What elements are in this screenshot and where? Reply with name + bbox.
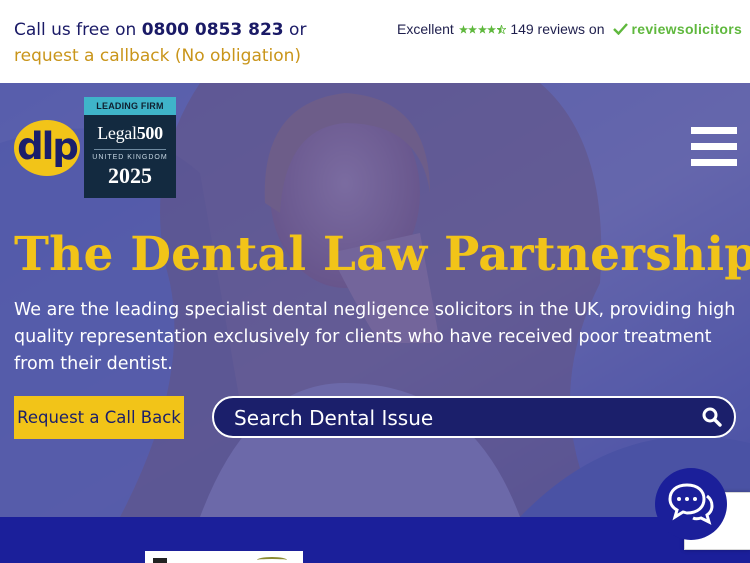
star-icon xyxy=(487,24,497,34)
badge-name-bold: 500 xyxy=(136,123,163,143)
or-text: or xyxy=(289,20,307,40)
request-callback-link[interactable]: request a callback (No obligation) xyxy=(14,46,301,66)
search-bar[interactable] xyxy=(212,396,736,438)
badge-name-regular: Legal xyxy=(97,123,137,143)
star-icon xyxy=(477,24,487,34)
page-title: The Dental Law Partnership xyxy=(14,227,750,282)
dlp-logo-text: dlp xyxy=(17,124,79,168)
half-star-icon xyxy=(496,24,506,34)
rating-stars xyxy=(458,24,507,34)
accreditation-logo-mark xyxy=(153,558,167,563)
rating-text: Excellent xyxy=(397,21,454,37)
reviewsolicitors-brand: reviewsolicitors xyxy=(631,21,743,37)
hero-description: We are the leading specialist dental neg… xyxy=(14,300,736,374)
reviewsolicitors-logo[interactable]: reviewsolicitors xyxy=(613,21,742,37)
menu-icon-bar xyxy=(691,159,737,166)
menu-icon-bar xyxy=(691,143,737,150)
reviews-widget[interactable]: Excellent 149 reviews on reviewsolicitor… xyxy=(397,20,742,38)
badge-ribbon: LEADING FIRM xyxy=(84,97,176,115)
dlp-logo[interactable]: dlp xyxy=(14,120,80,176)
request-call-back-button[interactable]: Request a Call Back xyxy=(14,396,184,439)
badge-name: Legal500 xyxy=(84,123,176,144)
accreditation-logo xyxy=(145,551,303,563)
star-icon xyxy=(468,24,478,34)
hero-section: dlp LEADING FIRM Legal500 UNITED KINGDOM… xyxy=(0,83,750,517)
top-bar: Call us free on 0800 0853 823 or request… xyxy=(0,0,750,83)
accreditation-logo-swoosh xyxy=(257,557,287,563)
check-icon xyxy=(613,23,629,35)
chat-button[interactable] xyxy=(655,468,727,540)
menu-icon-bar xyxy=(691,127,737,134)
accreditations-band xyxy=(0,517,750,563)
badge-year: 2025 xyxy=(108,163,152,188)
badge-divider xyxy=(94,149,166,150)
review-count: 149 reviews on xyxy=(510,21,605,37)
legal500-badge: LEADING FIRM Legal500 UNITED KINGDOM 202… xyxy=(84,97,176,198)
star-icon xyxy=(458,24,468,34)
search-icon[interactable] xyxy=(702,407,722,427)
call-free-text: Call us free on 0800 0853 823 or request… xyxy=(14,17,359,69)
phone-number-link[interactable]: 0800 0853 823 xyxy=(142,20,284,40)
chat-icon xyxy=(668,483,714,525)
menu-icon[interactable] xyxy=(691,127,737,167)
badge-region: UNITED KINGDOM xyxy=(92,154,168,161)
search-input[interactable] xyxy=(234,404,694,432)
call-prefix: Call us free on xyxy=(14,20,137,40)
